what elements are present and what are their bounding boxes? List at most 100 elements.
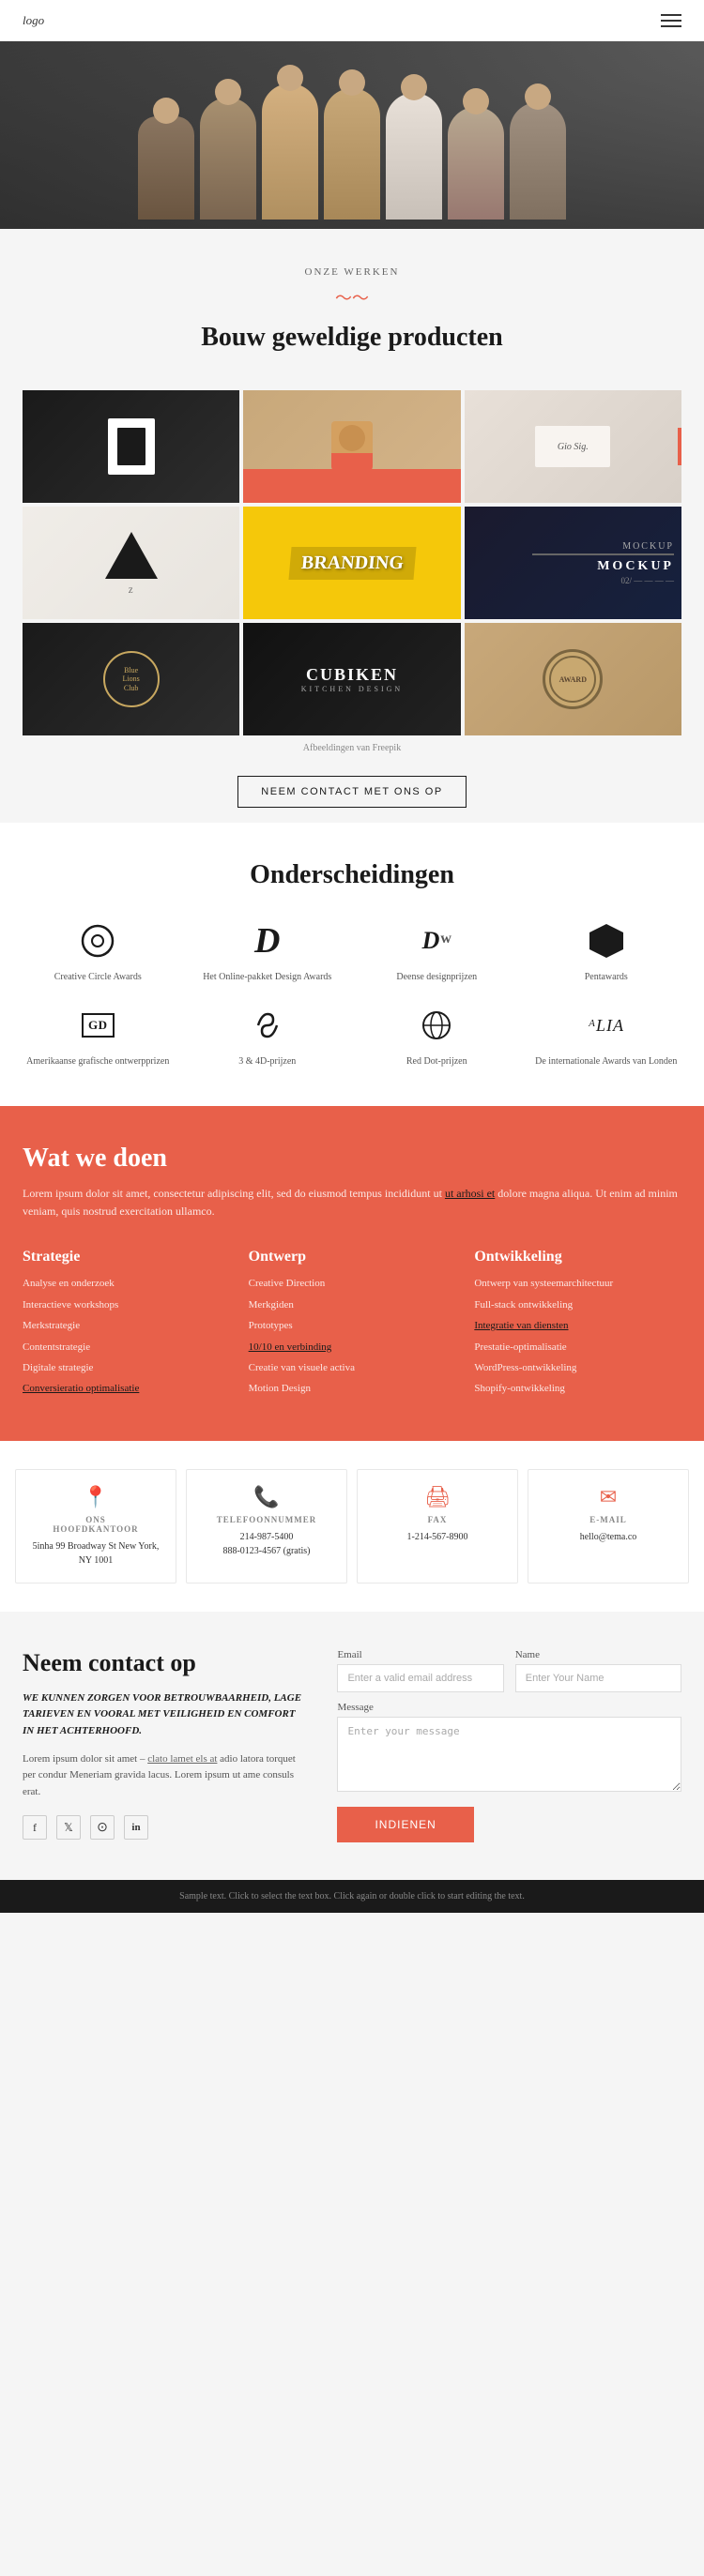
portfolio-item-8[interactable]: CUBIKEN KITCHEN DESIGN bbox=[243, 623, 460, 735]
social-twitter[interactable]: 𝕏 bbox=[56, 1815, 81, 1840]
service-item: 10/10 en verbinding bbox=[249, 1341, 456, 1355]
service-item: Merkstrategie bbox=[23, 1319, 230, 1333]
portfolio-item-3[interactable]: Gio Sig. bbox=[465, 390, 681, 503]
services-title: Wat we doen bbox=[23, 1144, 681, 1174]
message-field-label: Message bbox=[337, 1702, 681, 1713]
email-input[interactable] bbox=[337, 1664, 503, 1692]
portfolio-item-7[interactable]: BlueLionsClub bbox=[23, 623, 239, 735]
award-item-1: Creative Circle Awards bbox=[23, 918, 174, 984]
portfolio-item-2[interactable] bbox=[243, 390, 460, 503]
name-input[interactable] bbox=[515, 1664, 681, 1692]
submit-button[interactable]: INDIENEN bbox=[337, 1807, 473, 1842]
footer-text: Sample text. Click to select the text bo… bbox=[23, 1891, 681, 1902]
award-label-5: Amerikaanse grafische ontwerpprizen bbox=[26, 1055, 169, 1068]
award-icon-6 bbox=[245, 1003, 290, 1048]
service-item: Prototypes bbox=[249, 1319, 456, 1333]
award-item-8: ᴬLIA De internationale Awards van Londen bbox=[531, 1003, 682, 1068]
award-item-5: GD Amerikaanse grafische ontwerpprizen bbox=[23, 1003, 174, 1068]
service-item-link[interactable]: Integratie van diensten bbox=[474, 1320, 568, 1331]
contact-form-title: Neem contact op bbox=[23, 1649, 309, 1677]
service-col-ontwerp: Ontwerp Creative Direction Merkgiden Pro… bbox=[249, 1249, 456, 1402]
awards-grid: Creative Circle Awards D Het Online-pakk… bbox=[23, 918, 681, 1068]
contact-form-section: Neem contact op WE KUNNEN ZORGEN VOOR BE… bbox=[0, 1612, 704, 1880]
service-col-strategie: Strategie Analyse en onderzoek Interacti… bbox=[23, 1249, 230, 1402]
service-item-link[interactable]: Conversieratio optimalisatie bbox=[23, 1383, 139, 1394]
box-value-office: 5inha 99 Broadway St New York, NY 1001 bbox=[25, 1539, 166, 1568]
portfolio-item-9[interactable]: AWARD bbox=[465, 623, 681, 735]
award-label-7: Red Dot-prijzen bbox=[406, 1055, 467, 1068]
image-credit: Afbeeldingen van Freepik bbox=[0, 743, 704, 753]
social-facebook[interactable]: f bbox=[23, 1815, 47, 1840]
contact-info-boxes: 📍 ONSHOOFDKANTOOR 5inha 99 Broadway St N… bbox=[0, 1441, 704, 1612]
service-item: Creatie van visuele activa bbox=[249, 1361, 456, 1375]
award-icon-4 bbox=[584, 918, 629, 963]
footer: Sample text. Click to select the text bo… bbox=[0, 1880, 704, 1913]
services-grid: Strategie Analyse en onderzoek Interacti… bbox=[23, 1249, 681, 1402]
portfolio-item-5[interactable]: BRANDING bbox=[243, 507, 460, 619]
service-item: Digitale strategie bbox=[23, 1361, 230, 1375]
contact-box-fax: 🖨 FAX 1-214-567-8900 bbox=[357, 1469, 518, 1583]
service-item: Prestatie-optimalisatie bbox=[474, 1341, 681, 1355]
box-value-email: hello@tema.co bbox=[538, 1530, 679, 1544]
name-field-label: Name bbox=[515, 1649, 681, 1660]
service-item: Analyse en onderzoek bbox=[23, 1277, 230, 1291]
contact-box-phone: 📞 TELEFOONNUMMER 214-987-5400888-0123-45… bbox=[186, 1469, 347, 1583]
box-label-office: ONSHOOFDKANTOOR bbox=[25, 1515, 166, 1534]
portfolio-grid: Gio Sig. Z BRANDING MOCKUP MOCKUP bbox=[23, 390, 681, 735]
contact-body-text: Lorem ipsum dolor sit amet – clato lamet… bbox=[23, 1751, 309, 1801]
portfolio-item-4[interactable]: Z bbox=[23, 507, 239, 619]
award-item-3: D w Deense designprijzen bbox=[361, 918, 513, 984]
wave-icon: 〜〜 bbox=[23, 285, 681, 310]
contact-body-link[interactable]: clato lamet els at bbox=[147, 1753, 217, 1765]
service-item: WordPress-ontwikkeling bbox=[474, 1361, 681, 1375]
service-col-title-3: Ontwikkeling bbox=[474, 1249, 681, 1265]
hamburger-menu[interactable] bbox=[661, 14, 681, 27]
award-icon-1 bbox=[75, 918, 120, 963]
box-value-phone: 214-987-5400888-0123-4567 (gratis) bbox=[196, 1530, 337, 1558]
portfolio-item-1[interactable] bbox=[23, 390, 239, 503]
contact-quote: WE KUNNEN ZORGEN VOOR BETROUWBAARHEID, L… bbox=[23, 1690, 309, 1740]
social-instagram[interactable]: ⊙ bbox=[90, 1815, 115, 1840]
award-icon-5: GD bbox=[75, 1003, 120, 1048]
box-label-fax: FAX bbox=[367, 1515, 508, 1524]
service-item: Conversieratio optimalisatie bbox=[23, 1382, 230, 1396]
services-intro: Lorem ipsum dolor sit amet, consectetur … bbox=[23, 1185, 681, 1220]
award-label-8: De internationale Awards van Londen bbox=[535, 1055, 677, 1068]
hero-banner bbox=[0, 41, 704, 229]
service-col-title-1: Strategie bbox=[23, 1249, 230, 1265]
header: logo bbox=[0, 0, 704, 41]
award-item-7: Red Dot-prijzen bbox=[361, 1003, 513, 1068]
email-field-label: Email bbox=[337, 1649, 503, 1660]
portfolio-item-6[interactable]: MOCKUP MOCKUP 02/ — — — — bbox=[465, 507, 681, 619]
service-col-ontwikkeling: Ontwikkeling Ontwerp van systeemarchitec… bbox=[474, 1249, 681, 1402]
social-icons: f 𝕏 ⊙ in bbox=[23, 1815, 309, 1840]
service-item: Ontwerp van systeemarchitectuur bbox=[474, 1277, 681, 1291]
award-item-6: 3 & 4D-prijzen bbox=[192, 1003, 344, 1068]
location-icon: 📍 bbox=[25, 1485, 166, 1509]
social-linkedin[interactable]: in bbox=[124, 1815, 148, 1840]
box-value-fax: 1-214-567-8900 bbox=[367, 1530, 508, 1544]
service-item: Integratie van diensten bbox=[474, 1319, 681, 1333]
message-textarea[interactable] bbox=[337, 1717, 681, 1792]
award-label-2: Het Online-pakket Design Awards bbox=[203, 971, 331, 984]
portfolio-section: ONZE WERKEN 〜〜 Bouw geweldige producten bbox=[0, 229, 704, 390]
service-col-title-2: Ontwerp bbox=[249, 1249, 456, 1265]
services-section: Wat we doen Lorem ipsum dolor sit amet, … bbox=[0, 1106, 704, 1441]
service-item: Shopify-ontwikkeling bbox=[474, 1382, 681, 1396]
service-item: Merkgiden bbox=[249, 1298, 456, 1312]
contact-box-office: 📍 ONSHOOFDKANTOOR 5inha 99 Broadway St N… bbox=[15, 1469, 176, 1583]
contact-button[interactable]: NEEM CONTACT MET ONS OP bbox=[237, 776, 466, 808]
service-item: Creative Direction bbox=[249, 1277, 456, 1291]
email-icon: ✉ bbox=[538, 1485, 679, 1509]
awards-title: Onderscheidingen bbox=[23, 860, 681, 890]
section-eyebrow: ONZE WERKEN bbox=[23, 266, 681, 278]
award-icon-3: D w bbox=[414, 918, 459, 963]
portfolio-title: Bouw geweldige producten bbox=[23, 323, 681, 353]
service-item-link[interactable]: 10/10 en verbinding bbox=[249, 1341, 332, 1353]
contact-left-column: Neem contact op WE KUNNEN ZORGEN VOOR BE… bbox=[23, 1649, 309, 1842]
award-icon-7 bbox=[414, 1003, 459, 1048]
award-icon-2: D bbox=[245, 918, 290, 963]
services-intro-link[interactable]: ut arhosi et bbox=[445, 1187, 495, 1200]
award-label-4: Pentawards bbox=[585, 971, 628, 984]
award-label-6: 3 & 4D-prijzen bbox=[238, 1055, 296, 1068]
